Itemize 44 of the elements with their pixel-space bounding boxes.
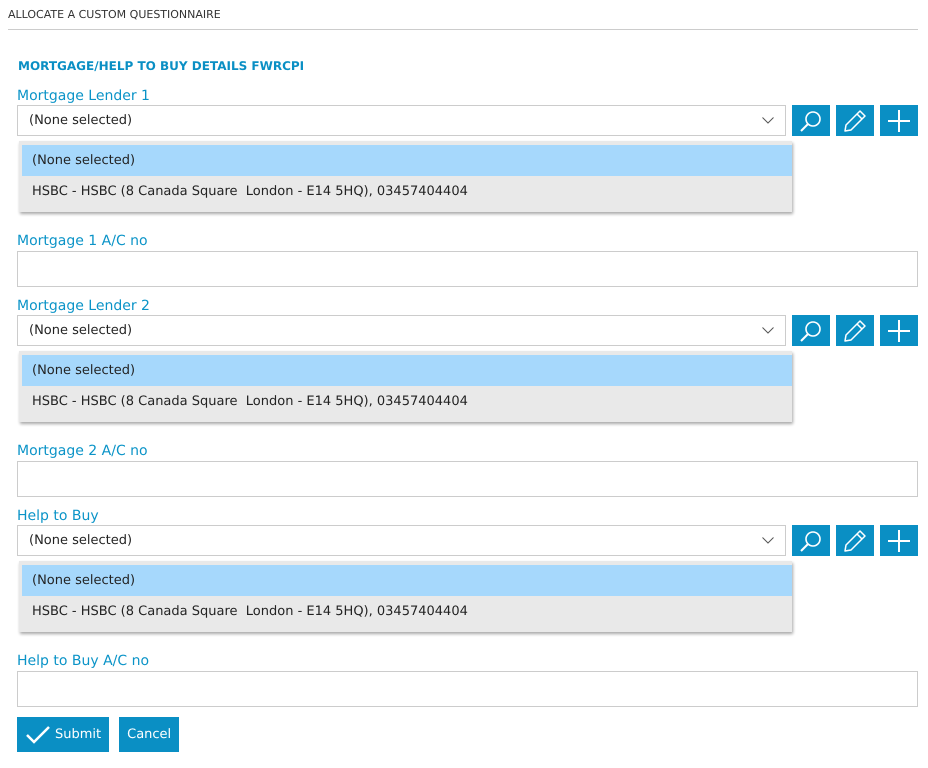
pencil-icon bbox=[843, 318, 867, 342]
search-button[interactable] bbox=[792, 105, 830, 136]
search-button[interactable] bbox=[792, 525, 830, 556]
field-label: Help to Buy bbox=[17, 507, 100, 525]
pencil-icon bbox=[843, 108, 867, 132]
input-field[interactable] bbox=[17, 671, 918, 707]
dropdown-field[interactable]: (None selected) bbox=[17, 105, 786, 136]
plus-icon bbox=[887, 108, 911, 132]
search-icon bbox=[799, 318, 823, 342]
input-field[interactable] bbox=[17, 461, 918, 497]
checkmark-icon bbox=[25, 724, 51, 744]
dropdown-option[interactable]: HSBC - HSBC (8 Canada Square London - E14 5HQ), 03457404404 bbox=[22, 596, 792, 627]
input-field[interactable] bbox=[17, 251, 918, 287]
search-icon bbox=[799, 528, 823, 552]
plus-icon bbox=[887, 318, 911, 342]
chevron-down-icon bbox=[762, 327, 774, 334]
add-button[interactable] bbox=[880, 315, 918, 346]
field-label: Mortgage Lender 1 bbox=[17, 87, 151, 105]
dropdown-option[interactable]: HSBC - HSBC (8 Canada Square London - E14 5HQ), 03457404404 bbox=[22, 386, 792, 417]
dropdown-field[interactable]: (None selected) bbox=[17, 525, 786, 556]
dropdown-option[interactable]: (None selected) bbox=[22, 145, 792, 176]
add-button[interactable] bbox=[880, 105, 918, 136]
search-icon bbox=[799, 108, 823, 132]
field-label: Help to Buy A/C no bbox=[17, 652, 150, 670]
dropdown-option[interactable]: HSBC - HSBC (8 Canada Square London - E14 5HQ), 03457404404 bbox=[22, 176, 792, 207]
pencil-icon bbox=[843, 528, 867, 552]
search-button[interactable] bbox=[792, 315, 830, 346]
field-label: Mortgage Lender 2 bbox=[17, 297, 151, 315]
edit-button[interactable] bbox=[836, 315, 874, 346]
submit-button[interactable]: Submit bbox=[17, 717, 110, 752]
edit-button[interactable] bbox=[836, 525, 874, 556]
chevron-down-icon bbox=[762, 117, 774, 124]
edit-button[interactable] bbox=[836, 105, 874, 136]
section-heading: MORTGAGE/HELP TO BUY DETAILS FWRCPI bbox=[18, 59, 306, 75]
dropdown-option[interactable]: (None selected) bbox=[22, 355, 792, 386]
add-button[interactable] bbox=[880, 525, 918, 556]
dropdown-field[interactable]: (None selected) bbox=[17, 315, 786, 346]
cancel-button[interactable]: Cancel bbox=[119, 717, 180, 752]
field-label: Mortgage 1 A/C no bbox=[17, 232, 149, 250]
field-label: Mortgage 2 A/C no bbox=[17, 442, 149, 460]
chevron-down-icon bbox=[762, 537, 774, 544]
plus-icon bbox=[887, 528, 911, 552]
dropdown-option[interactable]: (None selected) bbox=[22, 565, 792, 596]
page-title: ALLOCATE A CUSTOM QUESTIONNAIRE bbox=[8, 7, 222, 23]
